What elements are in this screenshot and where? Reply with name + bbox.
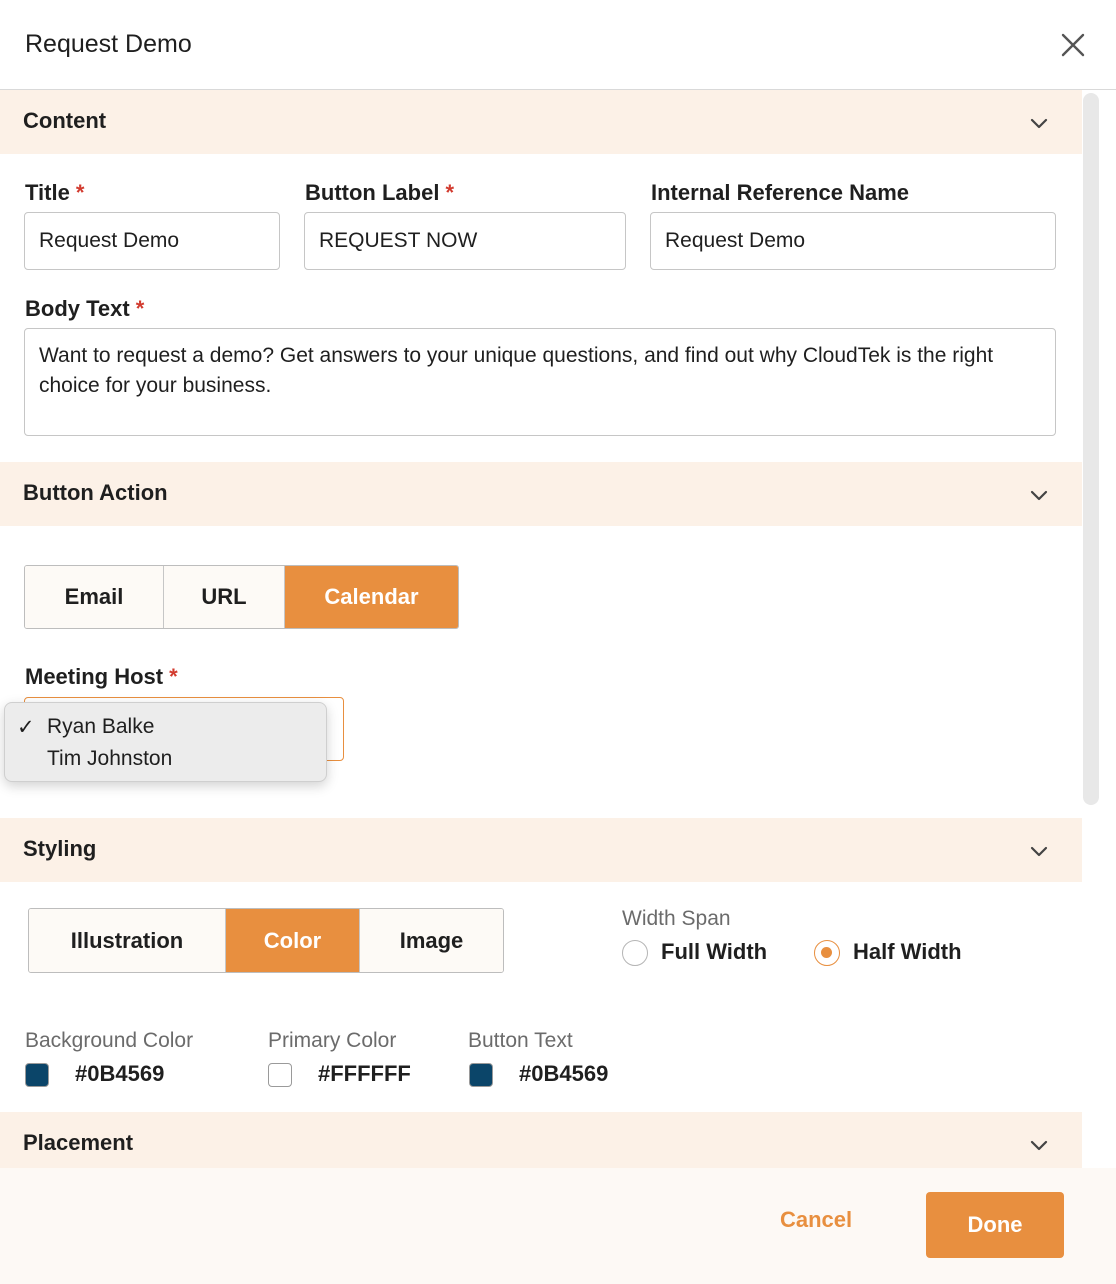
action-option-calendar[interactable]: Calendar: [285, 566, 458, 628]
dropdown-option-tim-johnston[interactable]: Tim Johnston: [47, 747, 172, 771]
modal-title: Request Demo: [25, 30, 192, 58]
media-option-color[interactable]: Color: [226, 909, 360, 972]
title-input[interactable]: Request Demo: [24, 212, 280, 270]
meeting-host-dropdown: ✓ Ryan Balke Tim Johnston: [4, 702, 327, 782]
section-header-button-action[interactable]: Button Action: [0, 462, 1082, 526]
button-text-label: Button Text: [468, 1029, 573, 1052]
chevron-down-icon[interactable]: [1028, 112, 1050, 134]
radio-half-width[interactable]: [814, 940, 840, 966]
internal-reference-input[interactable]: Request Demo: [650, 212, 1056, 270]
section-title: Styling: [23, 836, 97, 861]
action-option-url[interactable]: URL: [164, 566, 285, 628]
close-icon[interactable]: [1058, 30, 1088, 60]
radio-full-width-label[interactable]: Full Width: [661, 939, 767, 965]
button-text-value[interactable]: #0B4569: [519, 1061, 608, 1087]
section-header-placement[interactable]: Placement: [0, 1112, 1082, 1168]
modal-header: Request Demo: [0, 0, 1116, 90]
dropdown-option-ryan-balke[interactable]: Ryan Balke: [47, 715, 154, 739]
button-label-label: Button Label *: [305, 180, 454, 205]
section-title: Content: [23, 108, 107, 133]
scrollbar-thumb[interactable]: [1083, 93, 1099, 805]
body-text-input[interactable]: Want to request a demo? Get answers to y…: [24, 328, 1056, 436]
internal-reference-label: Internal Reference Name: [651, 180, 909, 205]
background-color-label: Background Color: [25, 1029, 194, 1052]
chevron-down-icon[interactable]: [1028, 484, 1050, 506]
required-mark: *: [445, 180, 454, 205]
meeting-host-label: Meeting Host *: [25, 664, 178, 689]
required-mark: *: [169, 664, 178, 689]
radio-full-width[interactable]: [622, 940, 648, 966]
request-demo-modal: Request Demo Content Title * Request Demo…: [0, 0, 1116, 1284]
section-title: Placement: [23, 1130, 134, 1155]
button-label-input[interactable]: REQUEST NOW: [304, 212, 626, 270]
background-color-value[interactable]: #0B4569: [75, 1061, 164, 1087]
media-segmented-control: Illustration Color Image: [28, 908, 504, 973]
section-header-styling[interactable]: Styling: [0, 818, 1082, 882]
chevron-down-icon[interactable]: [1028, 1134, 1050, 1156]
done-button[interactable]: Done: [926, 1192, 1064, 1258]
primary-color-value[interactable]: #FFFFFF: [318, 1061, 411, 1087]
body-text-label: Body Text *: [25, 296, 145, 321]
required-mark: *: [135, 296, 145, 321]
chevron-down-icon[interactable]: [1028, 840, 1050, 862]
action-option-email[interactable]: Email: [25, 566, 164, 628]
media-option-image[interactable]: Image: [360, 909, 503, 972]
section-title: Button Action: [23, 480, 168, 505]
required-mark: *: [75, 180, 85, 205]
button-text-swatch[interactable]: [469, 1063, 493, 1087]
background-color-swatch[interactable]: [25, 1063, 49, 1087]
title-label: Title *: [25, 180, 85, 205]
check-icon: ✓: [17, 716, 35, 739]
section-header-content[interactable]: Content: [0, 90, 1082, 154]
button-action-segmented-control: Email URL Calendar: [24, 565, 459, 629]
radio-half-width-label[interactable]: Half Width: [853, 939, 962, 965]
media-option-illustration[interactable]: Illustration: [29, 909, 226, 972]
cancel-button[interactable]: Cancel: [780, 1207, 852, 1233]
primary-color-label: Primary Color: [268, 1029, 397, 1052]
primary-color-swatch[interactable]: [268, 1063, 292, 1087]
width-span-label: Width Span: [622, 907, 731, 930]
